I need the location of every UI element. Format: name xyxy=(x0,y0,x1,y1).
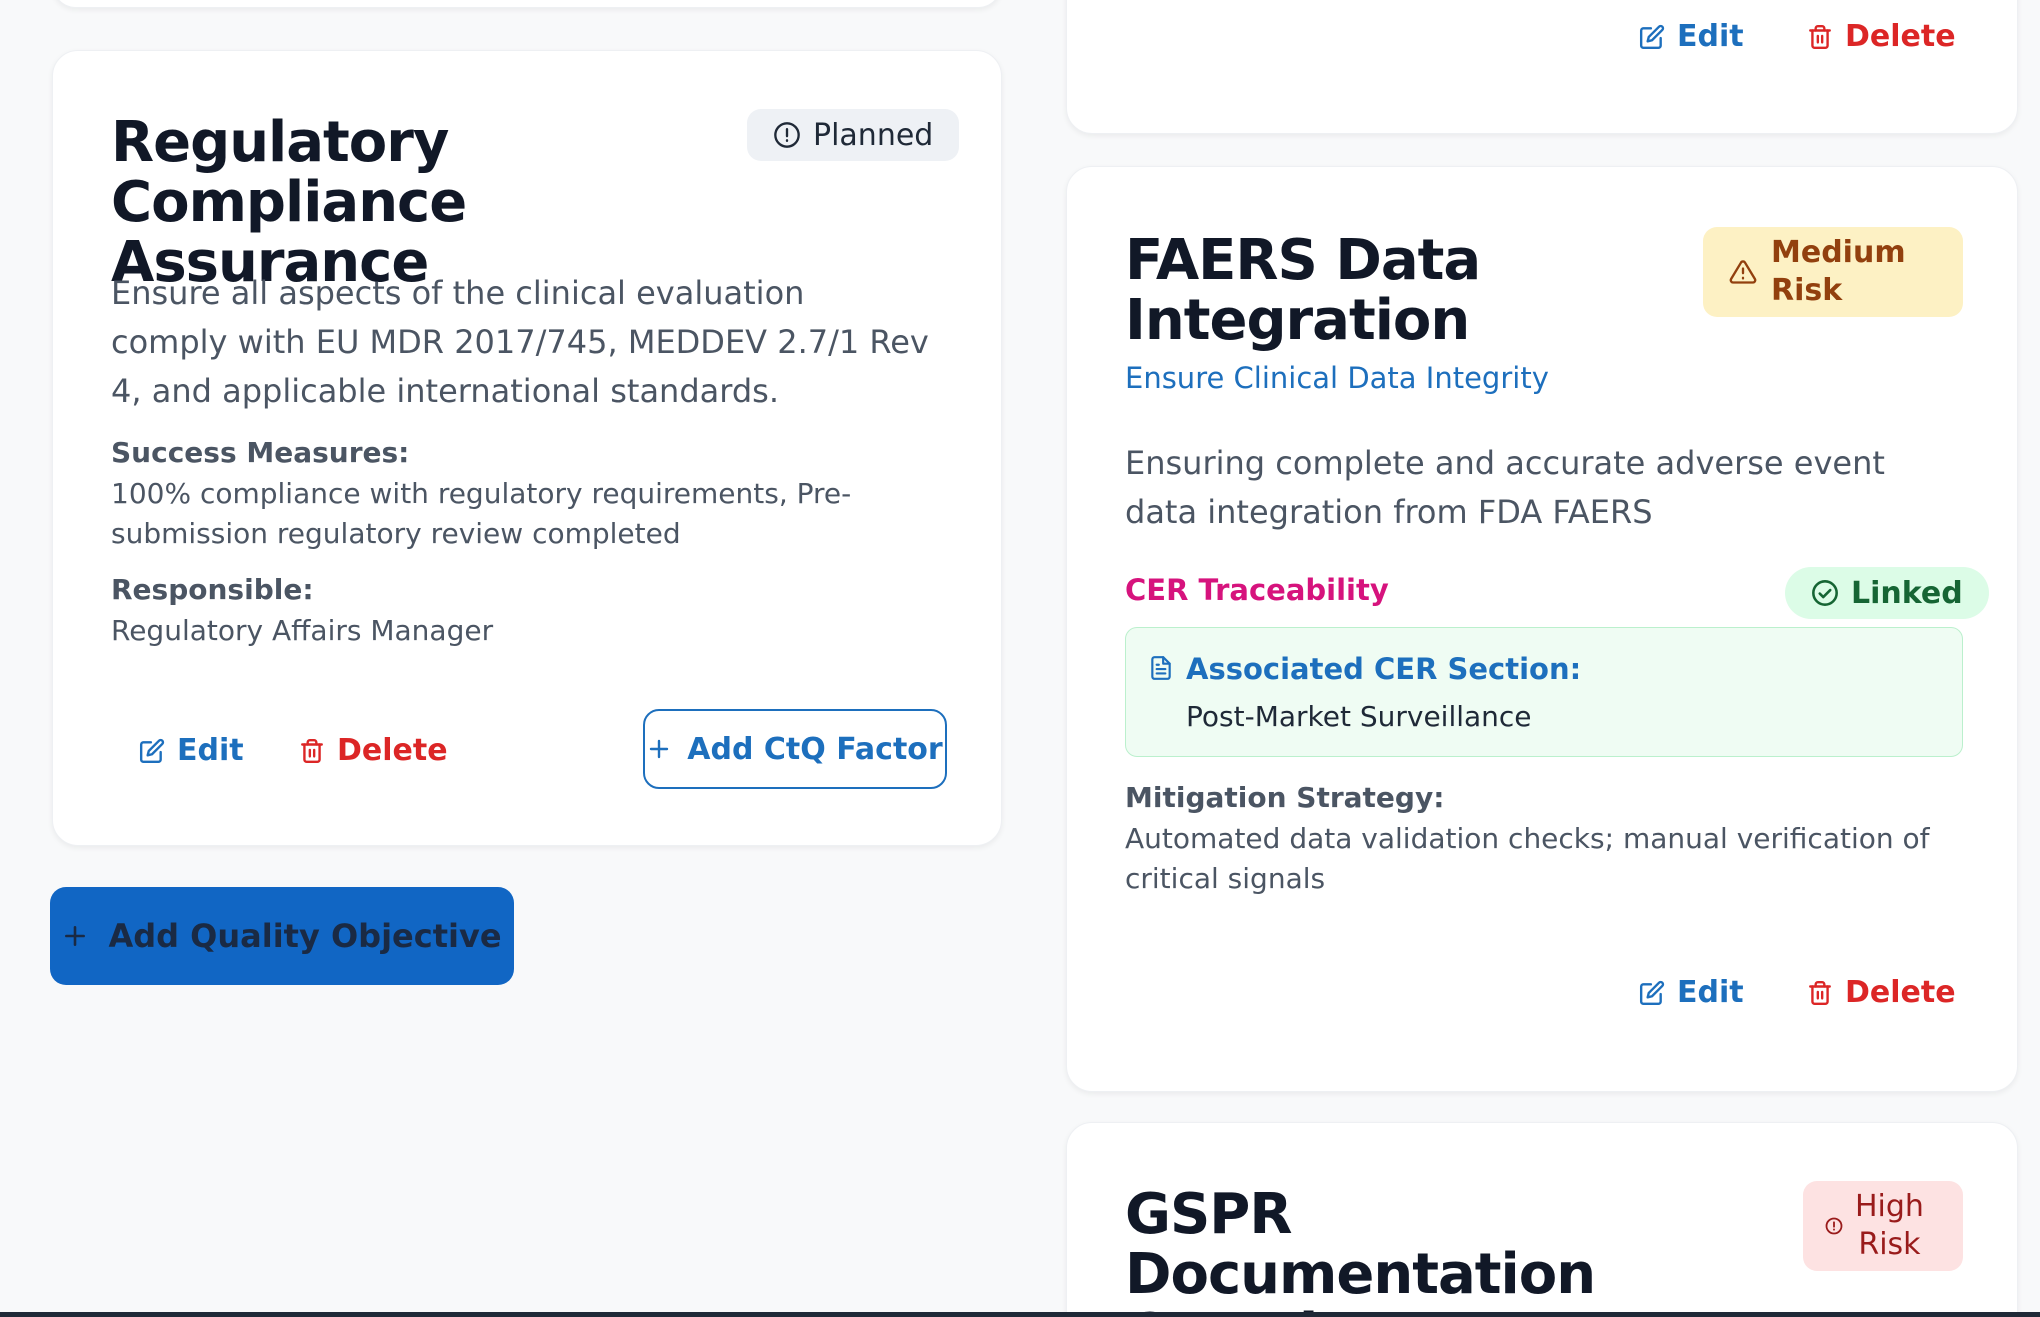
warning-triangle-icon xyxy=(1729,258,1757,286)
status-badge: Planned xyxy=(747,109,960,161)
linked-label: Linked xyxy=(1851,575,1963,611)
edit-label: Edit xyxy=(177,733,244,768)
edit-icon xyxy=(1639,24,1665,50)
success-measures-label: Success Measures: xyxy=(111,436,410,469)
ctq-factor-card: FAERS Data Integration Medium Risk Ensur… xyxy=(1066,166,2018,1092)
bottom-edge-bar xyxy=(0,1312,2040,1317)
add-ctq-label: Add CtQ Factor xyxy=(687,731,943,767)
delete-label: Delete xyxy=(337,733,448,768)
risk-badge: High Risk xyxy=(1803,1181,1963,1271)
delete-button[interactable]: Delete xyxy=(1807,975,1956,1010)
objective-title: Regulatory Compliance Assurance xyxy=(111,110,467,295)
delete-button[interactable]: Delete xyxy=(299,733,448,768)
mitigation-value: Automated data validation checks; manual… xyxy=(1125,822,1930,895)
status-label: Planned xyxy=(813,117,934,153)
edit-label: Edit xyxy=(1677,19,1744,54)
edit-button[interactable]: Edit xyxy=(139,733,244,768)
alert-circle-icon xyxy=(1825,1217,1843,1235)
cer-section-value: Post-Market Surveillance xyxy=(1186,700,1532,733)
add-quality-objective-button[interactable]: Add Quality Objective xyxy=(50,887,514,985)
linked-badge: Linked xyxy=(1785,567,1989,619)
ctq-factor-card: GSPR Documentation Completeness High Ris… xyxy=(1066,1122,2018,1317)
check-circle-icon xyxy=(1811,579,1839,607)
edit-button[interactable]: Edit xyxy=(1639,975,1744,1010)
mitigation-label: Mitigation Strategy: xyxy=(1125,781,1445,814)
cer-section-label: Associated CER Section: xyxy=(1186,652,1582,686)
trash-icon xyxy=(1807,980,1833,1006)
cer-traceability-label: CER Traceability xyxy=(1125,573,1389,607)
edit-icon xyxy=(1639,980,1665,1006)
cer-section-box: Associated CER Section: Post-Market Surv… xyxy=(1125,627,1963,757)
document-icon xyxy=(1148,654,1174,682)
alert-circle-icon xyxy=(773,121,801,149)
responsible-label: Responsible: xyxy=(111,573,314,606)
risk-badge: Medium Risk xyxy=(1703,227,1963,317)
edit-label: Edit xyxy=(1677,975,1744,1010)
quality-objective-card: Regulatory Compliance Assurance Planned … xyxy=(52,50,1002,846)
trash-icon xyxy=(299,738,325,764)
risk-label: High Risk xyxy=(1855,1189,1924,1262)
objective-link[interactable]: Ensure Clinical Data Integrity xyxy=(1125,361,1549,395)
add-ctq-factor-button[interactable]: Add CtQ Factor xyxy=(643,709,947,789)
delete-button[interactable]: Delete xyxy=(1807,19,1956,54)
success-measures-value: 100% compliance with regulatory requirem… xyxy=(111,477,852,550)
risk-label: Medium Risk xyxy=(1771,235,1906,308)
trash-icon xyxy=(1807,24,1833,50)
factor-description: Ensuring complete and accurate adverse e… xyxy=(1125,444,1885,531)
add-objective-label: Add Quality Objective xyxy=(108,917,502,955)
edit-button[interactable]: Edit xyxy=(1639,19,1744,54)
responsible-value: Regulatory Affairs Manager xyxy=(111,614,494,647)
plus-icon xyxy=(647,737,671,761)
edit-icon xyxy=(139,738,165,764)
factor-title: FAERS Data Integration xyxy=(1125,228,1481,353)
objective-description: Ensure all aspects of the clinical evalu… xyxy=(111,274,929,410)
previous-factor-card: Edit Delete xyxy=(1066,0,2018,134)
factor-title: GSPR Documentation Completeness xyxy=(1125,1182,1596,1317)
plus-icon xyxy=(62,923,88,949)
delete-label: Delete xyxy=(1845,975,1956,1010)
previous-objective-card xyxy=(52,0,1002,8)
delete-label: Delete xyxy=(1845,19,1956,54)
